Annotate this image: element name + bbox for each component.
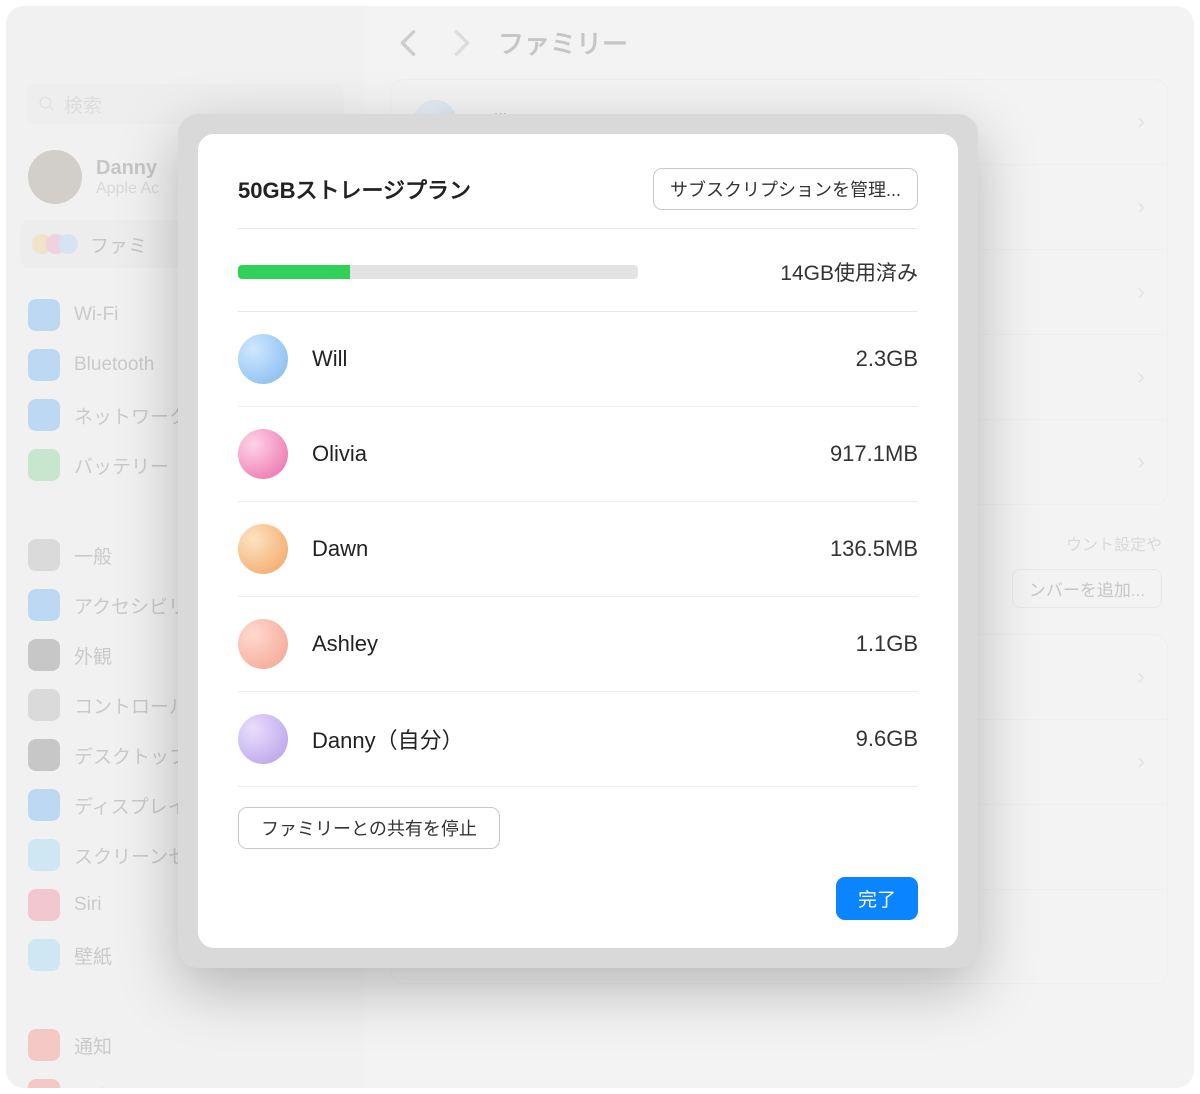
member-list: Will 2.3GB Olivia 917.1MB Dawn 136.5MB Ashley 1…	[238, 312, 918, 787]
avatar	[238, 619, 288, 669]
member-storage-size: 2.3GB	[856, 346, 918, 372]
member-storage-size: 917.1MB	[830, 441, 918, 467]
storage-modal: 50GBストレージプラン サブスクリプションを管理... 14GB使用済み Wi…	[178, 114, 978, 968]
member-name: Will	[312, 346, 347, 372]
storage-member-row: Dawn 136.5MB	[238, 502, 918, 597]
stop-sharing-button[interactable]: ファミリーとの共有を停止	[238, 807, 500, 849]
avatar	[238, 714, 288, 764]
avatar	[238, 429, 288, 479]
storage-member-row: Olivia 917.1MB	[238, 407, 918, 502]
member-name: Olivia	[312, 441, 367, 467]
storage-bar-fill	[238, 265, 350, 279]
storage-member-row: Will 2.3GB	[238, 312, 918, 407]
member-name: Danny（自分）	[312, 723, 464, 755]
storage-member-row: Danny（自分） 9.6GB	[238, 692, 918, 787]
avatar	[238, 334, 288, 384]
manage-subscription-button[interactable]: サブスクリプションを管理...	[653, 168, 918, 210]
done-button[interactable]: 完了	[836, 877, 918, 920]
storage-usage-row: 14GB使用済み	[238, 229, 918, 312]
storage-usage-label: 14GB使用済み	[780, 257, 918, 287]
avatar	[238, 524, 288, 574]
member-storage-size: 9.6GB	[856, 726, 918, 752]
member-storage-size: 1.1GB	[856, 631, 918, 657]
storage-member-row: Ashley 1.1GB	[238, 597, 918, 692]
storage-bar	[238, 265, 638, 279]
modal-title: 50GBストレージプラン	[238, 173, 471, 205]
member-storage-size: 136.5MB	[830, 536, 918, 562]
member-name: Ashley	[312, 631, 378, 657]
member-name: Dawn	[312, 536, 368, 562]
